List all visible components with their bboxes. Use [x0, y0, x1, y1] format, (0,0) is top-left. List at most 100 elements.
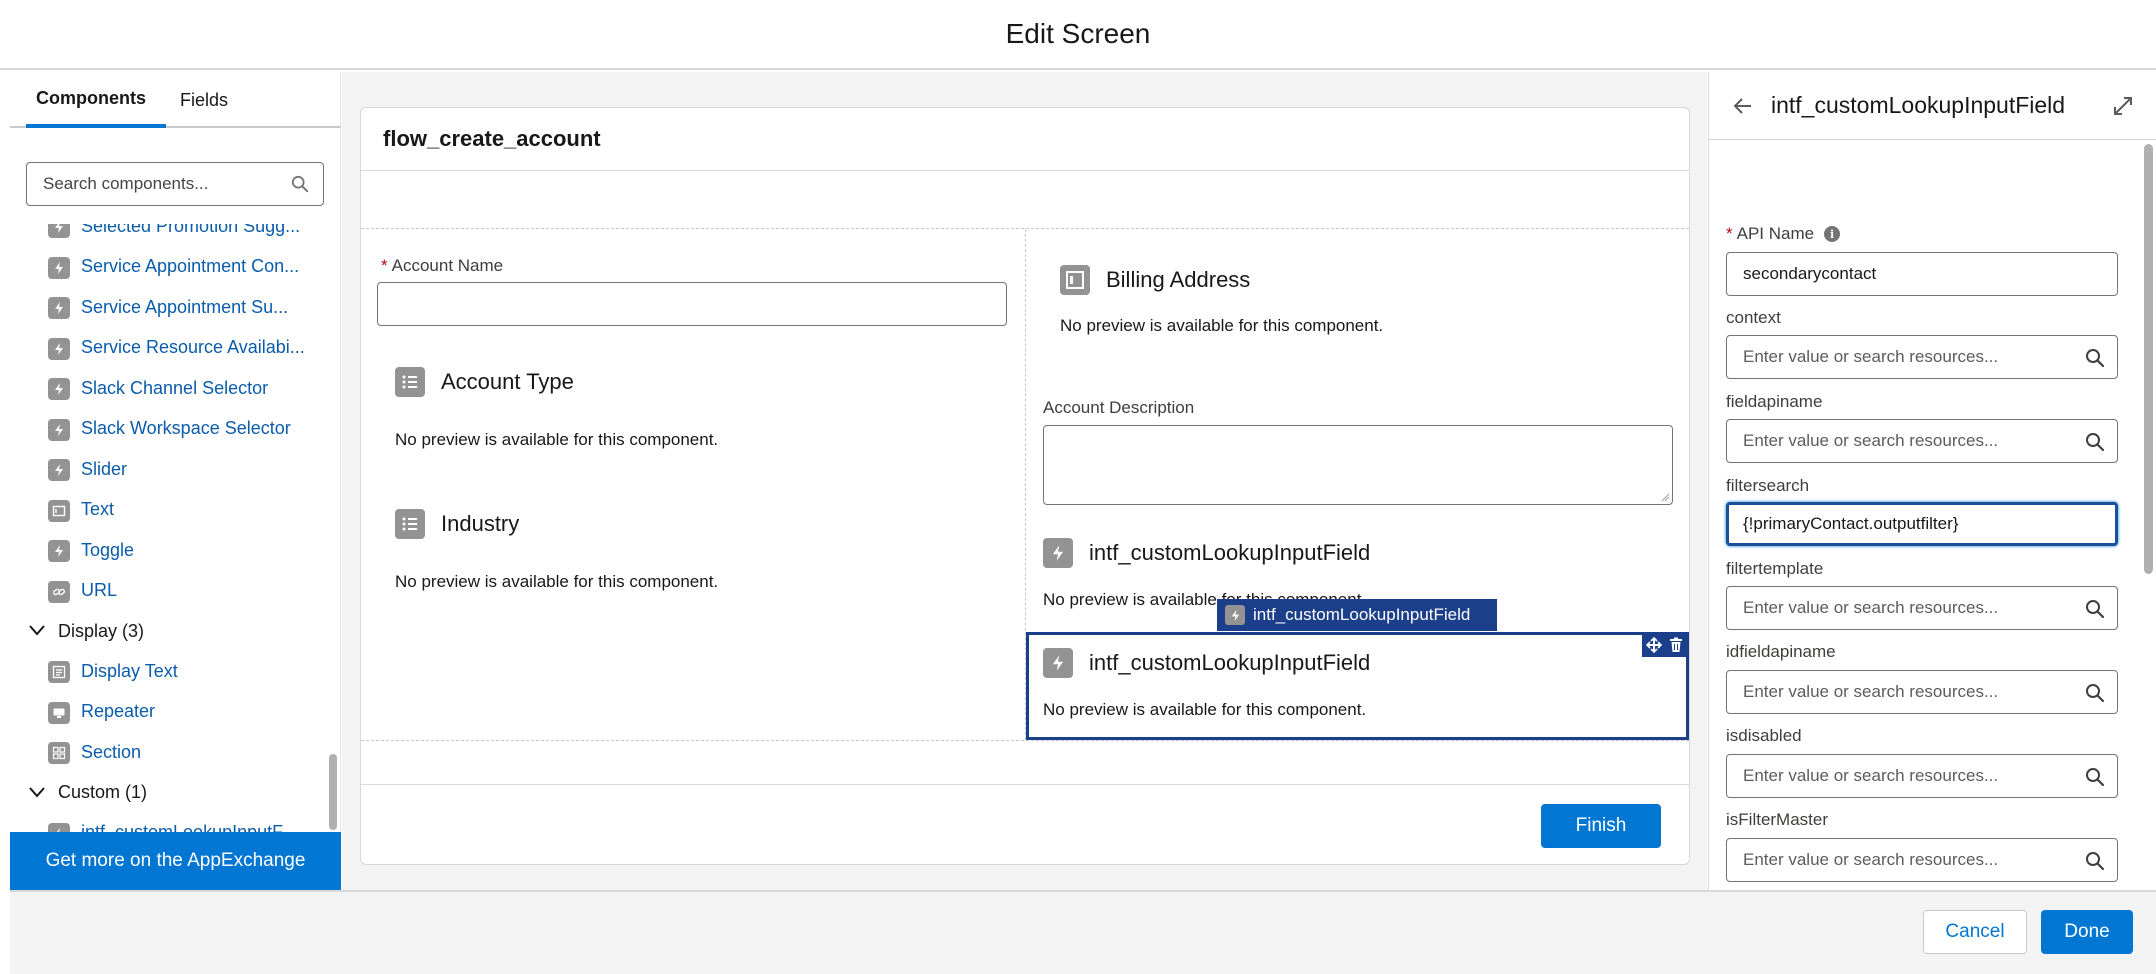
- fieldapiname-input[interactable]: [1743, 420, 2083, 462]
- drag-preview-chip: intf_customLookupInputField: [1217, 599, 1497, 631]
- cancel-button[interactable]: Cancel: [1923, 910, 2027, 954]
- properties-header: intf_customLookupInputField: [1709, 72, 2156, 140]
- isfiltermaster-input[interactable]: [1743, 839, 2083, 881]
- account-type-component[interactable]: Account Type: [395, 367, 574, 397]
- bolt-icon: [1225, 605, 1245, 625]
- isdisabled-input[interactable]: [1743, 755, 2083, 797]
- text-field-icon: [48, 499, 70, 522]
- move-icon[interactable]: [1645, 637, 1662, 653]
- bolt-icon: [48, 297, 70, 319]
- component-item-selected-promotion[interactable]: Selected Promotion Sugg...: [10, 224, 326, 247]
- bolt-icon: [48, 418, 70, 441]
- component-item-service-appointment-con[interactable]: Service Appointment Con...: [10, 247, 326, 288]
- filtersearch-field[interactable]: [1726, 502, 2118, 546]
- component-item-slider[interactable]: Slider: [10, 449, 326, 490]
- done-button[interactable]: Done: [2041, 910, 2133, 954]
- account-name-input[interactable]: [377, 282, 1007, 326]
- component-item-repeater[interactable]: Repeater: [10, 692, 326, 733]
- filtertemplate-label: filtertemplate: [1726, 559, 1824, 578]
- custom-lookup-title-2: intf_customLookupInputField: [1089, 650, 1371, 675]
- idfieldapiname-input[interactable]: [1743, 671, 2083, 713]
- component-list-scrollbar[interactable]: [326, 224, 341, 834]
- tab-components[interactable]: Components: [26, 72, 166, 128]
- bolt-icon: [48, 224, 70, 238]
- screen-title: flow_create_account: [361, 108, 1689, 171]
- display-text-icon: [48, 661, 70, 683]
- account-type-title: Account Type: [441, 369, 574, 394]
- isdisabled-field[interactable]: [1726, 754, 2118, 798]
- component-item-label: Toggle: [81, 539, 135, 560]
- api-name-field[interactable]: [1726, 252, 2118, 296]
- required-asterisk: *: [381, 256, 388, 275]
- component-item-toggle[interactable]: Toggle: [10, 530, 326, 571]
- isfiltermaster-label: isFilterMaster: [1726, 810, 1829, 829]
- filtertemplate-field[interactable]: [1726, 586, 2118, 630]
- appexchange-button[interactable]: Get more on the AppExchange: [10, 832, 341, 890]
- component-item-label: Section: [81, 741, 142, 762]
- idfieldapiname-label: idfieldapiname: [1726, 642, 1836, 661]
- component-item-text[interactable]: Text: [10, 490, 326, 531]
- component-item-service-resource[interactable]: Service Resource Availabi...: [10, 328, 326, 369]
- info-icon[interactable]: i: [1824, 226, 1841, 242]
- component-search-box[interactable]: [26, 162, 324, 206]
- group-label: Display (3): [58, 620, 145, 641]
- link-icon: [48, 580, 70, 603]
- search-icon: [2086, 349, 2105, 368]
- screen-footer: Finish: [361, 784, 1689, 864]
- expand-icon[interactable]: [2112, 95, 2134, 117]
- component-item-service-appointment-su[interactable]: Service Appointment Su...: [10, 287, 326, 328]
- picklist-icon: [395, 509, 425, 539]
- chevron-down-icon: [29, 625, 45, 636]
- bolt-icon: [48, 378, 70, 400]
- idfieldapiname-field[interactable]: [1726, 670, 2118, 714]
- industry-title: Industry: [441, 511, 520, 536]
- billing-address-title: Billing Address: [1106, 267, 1251, 292]
- filtertemplate-input[interactable]: [1743, 587, 2083, 629]
- industry-component[interactable]: Industry: [395, 509, 519, 539]
- account-name-label: * Account Name: [381, 256, 503, 276]
- industry-no-preview: No preview is available for this compone…: [395, 572, 719, 591]
- resize-grip-icon[interactable]: [1660, 492, 1670, 502]
- context-input[interactable]: [1743, 336, 2083, 378]
- custom-lookup-component-2[interactable]: intf_customLookupInputField: [1043, 648, 1370, 678]
- api-name-input[interactable]: [1743, 253, 2083, 295]
- component-item-url[interactable]: URL: [10, 571, 326, 612]
- tab-fields[interactable]: Fields: [180, 72, 260, 128]
- filtersearch-input[interactable]: [1743, 503, 2083, 545]
- back-arrow-icon[interactable]: [1731, 94, 1755, 118]
- component-item-label: URL: [81, 580, 118, 601]
- component-item-slack-channel[interactable]: Slack Channel Selector: [10, 368, 326, 409]
- component-item-slack-workspace[interactable]: Slack Workspace Selector: [10, 409, 326, 450]
- search-icon: [291, 175, 309, 193]
- bolt-icon: [48, 337, 70, 360]
- isfiltermaster-field[interactable]: [1726, 838, 2118, 882]
- properties-scrollbar[interactable]: [2139, 144, 2156, 890]
- account-description-textarea[interactable]: [1043, 425, 1673, 505]
- required-asterisk: *: [1726, 224, 1733, 243]
- component-item-label: Text: [81, 499, 115, 520]
- account-description-label: Account Description: [1043, 398, 1195, 417]
- custom-lookup-title-1: intf_customLookupInputField: [1089, 540, 1371, 565]
- billing-address-component[interactable]: Billing Address: [1060, 265, 1250, 295]
- screen-card: flow_create_account * Account Name Accoun…: [360, 107, 1690, 865]
- component-item-label: Slack Channel Selector: [81, 377, 269, 398]
- component-item-section[interactable]: Section: [10, 732, 326, 773]
- component-item-custom-lookup[interactable]: intf_customLookupInputF...: [10, 813, 326, 834]
- scrollbar-thumb[interactable]: [2144, 144, 2153, 574]
- component-item-label: Selected Promotion Sugg...: [81, 224, 301, 236]
- component-item-label: Display Text: [81, 660, 178, 681]
- group-custom[interactable]: Custom (1): [10, 773, 326, 813]
- group-display[interactable]: Display (3): [10, 611, 326, 651]
- modal-footer: Cancel Done: [10, 890, 2156, 974]
- delete-icon[interactable]: [1669, 637, 1683, 653]
- custom-lookup-component-1[interactable]: intf_customLookupInputField: [1043, 538, 1370, 568]
- context-field[interactable]: [1726, 335, 2118, 379]
- component-search-input[interactable]: [43, 163, 283, 205]
- selection-toolbar: [1642, 633, 1686, 657]
- component-item-display-text[interactable]: Display Text: [10, 651, 326, 692]
- isdisabled-label: isdisabled: [1726, 726, 1802, 745]
- scrollbar-thumb[interactable]: [329, 754, 337, 830]
- finish-button[interactable]: Finish: [1541, 804, 1661, 848]
- bolt-icon: [48, 459, 70, 481]
- fieldapiname-field[interactable]: [1726, 419, 2118, 463]
